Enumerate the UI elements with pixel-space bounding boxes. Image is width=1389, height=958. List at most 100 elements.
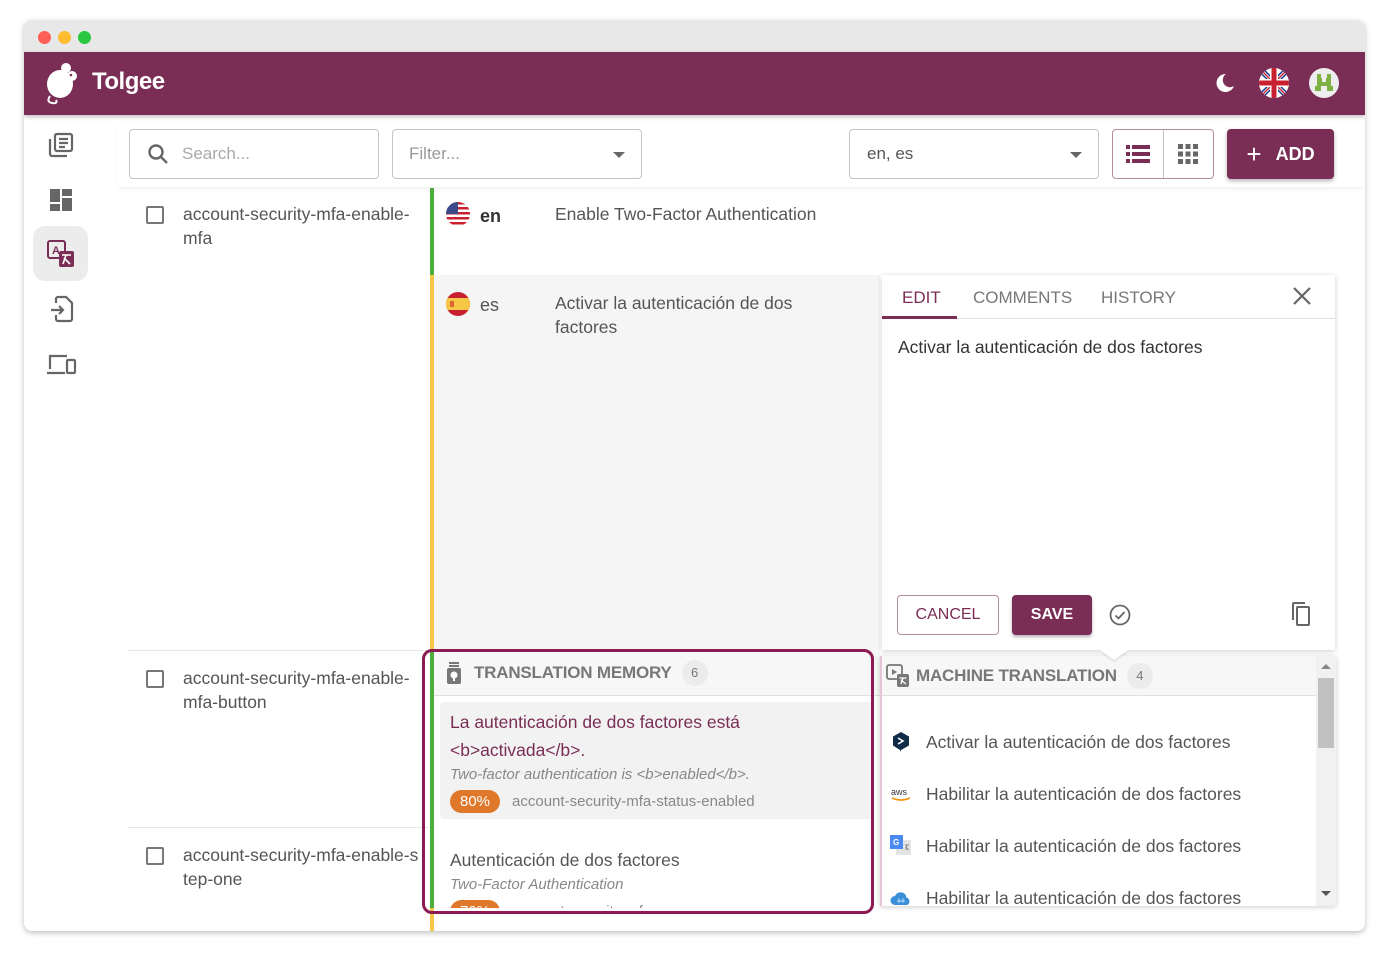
dashboard-icon [49, 188, 72, 211]
key-name[interactable]: account-security-mfa-enable-mfa [183, 202, 423, 250]
editor-pointer [1100, 650, 1128, 660]
mt-text: Habilitar la autenticación de dos factor… [926, 783, 1242, 804]
scroll-thumb[interactable] [1318, 678, 1334, 748]
key-name[interactable]: account-security-mfa-enable-step-one [183, 843, 423, 891]
sidebar-item-integrate[interactable] [33, 336, 88, 391]
side-navigation: A [24, 115, 96, 931]
save-button[interactable]: SAVE [1012, 595, 1092, 635]
languages-value: en, es [867, 144, 914, 163]
tm-target-text: Autenticación de dos factores [450, 850, 680, 870]
grid-view-button[interactable] [1162, 130, 1214, 178]
tm-source-text: Two-Factor Authentication [450, 876, 624, 893]
key-checkbox[interactable] [146, 206, 164, 224]
scroll-down-arrow[interactable] [1321, 891, 1331, 896]
sidebar-item-dashboard[interactable] [33, 172, 88, 227]
translation-memory-panel: TRANSLATION MEMORY 6 La autenticación de… [430, 650, 880, 908]
browser-window: Tolgee A Search... Filter... en, es + AD… [24, 20, 1365, 931]
copy-icon[interactable] [1289, 601, 1311, 632]
tm-target-text: La autenticación de dos factores está <b… [450, 712, 740, 760]
tm-source-text: Two-factor authentication is <b>enabled<… [450, 766, 750, 783]
translate-icon: A [46, 239, 74, 267]
key-checkbox[interactable] [146, 670, 164, 688]
translation-memory-count: 6 [681, 659, 708, 686]
translations-toolbar: Filter... en, es [116, 115, 1365, 187]
translation-memory-header: TRANSLATION MEMORY 6 [434, 650, 880, 696]
translation-input[interactable]: Activar la autenticación de dos factores [898, 337, 1318, 358]
translation-memory-title: TRANSLATION MEMORY [474, 662, 672, 682]
cancel-button[interactable]: CANCEL [897, 595, 999, 635]
view-toggle [1112, 129, 1214, 179]
mt-suggestion[interactable]: aws Habilitar la autenticación de dos fa… [882, 768, 1318, 820]
mt-suggestion[interactable]: Habilitar la autenticación de dos factor… [882, 872, 1318, 906]
mt-suggestion[interactable]: G Habilitar la autenticación de dos fact… [882, 820, 1318, 872]
filter-placeholder: Filter... [409, 144, 461, 163]
mt-text: Habilitar la autenticación de dos factor… [926, 887, 1242, 907]
tm-suggestion[interactable]: Autenticación de dos factores Two-Factor… [440, 840, 872, 908]
mark-reviewed-icon[interactable] [1108, 603, 1132, 632]
translation-cell-en[interactable]: en Enable Two-Factor Authentication [430, 188, 880, 275]
app-bar: Tolgee [24, 52, 1365, 115]
translation-text: Activar la autenticación de dos factores [555, 293, 793, 337]
key-row: account-security-mfa-enable-mfa-button [128, 650, 428, 827]
filter-select[interactable]: Filter... [392, 129, 642, 179]
tm-key-name: account-security-mfa-status-enabled [512, 793, 755, 810]
tolgee-logo-icon[interactable] [42, 60, 82, 106]
tab-history[interactable]: HISTORY [1101, 288, 1176, 308]
devices-icon [46, 354, 76, 374]
machine-translation-panel: MACHINE TRANSLATION 4 Activar la autenti… [880, 656, 1336, 906]
tm-suggestion[interactable]: La autenticación de dos factores está <b… [440, 702, 872, 819]
search-field[interactable] [129, 129, 379, 179]
search-icon [148, 144, 168, 164]
translation-editor: EDIT COMMENTS HISTORY Activar la autenti… [882, 275, 1335, 660]
tm-match-badge: 70% [450, 900, 501, 908]
mt-suggestion[interactable]: Activar la autenticación de dos factores [882, 716, 1318, 768]
svg-text:A: A [52, 245, 60, 257]
tm-match-badge: 80% [450, 790, 501, 813]
plus-icon: + [1246, 139, 1262, 169]
add-key-button[interactable]: + ADD [1227, 129, 1334, 179]
google-translate-icon: G [890, 835, 912, 857]
import-icon [50, 295, 73, 322]
languages-select[interactable]: en, es [849, 129, 1099, 179]
aws-icon: aws [890, 783, 912, 805]
minimize-window-button[interactable] [58, 31, 71, 44]
close-icon[interactable] [1291, 285, 1313, 312]
user-avatar[interactable] [1308, 67, 1340, 99]
translation-memory-icon [447, 661, 461, 684]
projects-icon [48, 132, 73, 157]
tab-edit[interactable]: EDIT [902, 288, 941, 308]
close-window-button[interactable] [38, 31, 51, 44]
svg-text:G: G [893, 838, 899, 847]
machine-translation-header: MACHINE TRANSLATION 4 [882, 656, 1318, 696]
grid-view-icon [1178, 144, 1199, 164]
mt-text: Habilitar la autenticación de dos factor… [926, 835, 1242, 856]
moon-icon[interactable] [1208, 67, 1240, 99]
translation-cell-es[interactable]: es Activar la autenticación de dos facto… [430, 275, 880, 650]
spain-flag-icon [446, 292, 470, 316]
list-view-button[interactable] [1113, 130, 1163, 178]
machine-translation-icon [886, 663, 909, 687]
translation-state-bar [430, 908, 434, 931]
sidebar-item-translations[interactable]: A [33, 226, 88, 281]
sidebar-item-projects[interactable] [33, 117, 88, 172]
key-checkbox[interactable] [146, 847, 164, 865]
azure-cloud-icon [890, 887, 912, 906]
key-name[interactable]: account-security-mfa-enable-mfa-button [183, 666, 423, 714]
language-tag: en [480, 206, 502, 226]
scrollbar[interactable] [1316, 656, 1336, 906]
sidebar-item-import[interactable] [33, 281, 88, 336]
tab-comments[interactable]: COMMENTS [973, 288, 1072, 308]
editor-tabs: EDIT COMMENTS HISTORY [882, 275, 1335, 319]
active-tab-indicator [882, 316, 957, 319]
window-titlebar [24, 20, 1365, 52]
add-label: ADD [1275, 143, 1315, 164]
us-flag-icon [446, 202, 470, 226]
brand-name[interactable]: Tolgee [92, 68, 165, 96]
maximize-window-button[interactable] [78, 31, 91, 44]
translation-text: Enable Two-Factor Authentication [555, 204, 817, 224]
key-row: account-security-mfa-enable-mfa [128, 188, 428, 650]
scroll-up-arrow[interactable] [1321, 664, 1331, 669]
search-input[interactable] [182, 144, 362, 164]
uk-flag-icon[interactable] [1258, 67, 1290, 99]
machine-translation-title: MACHINE TRANSLATION [916, 665, 1117, 685]
